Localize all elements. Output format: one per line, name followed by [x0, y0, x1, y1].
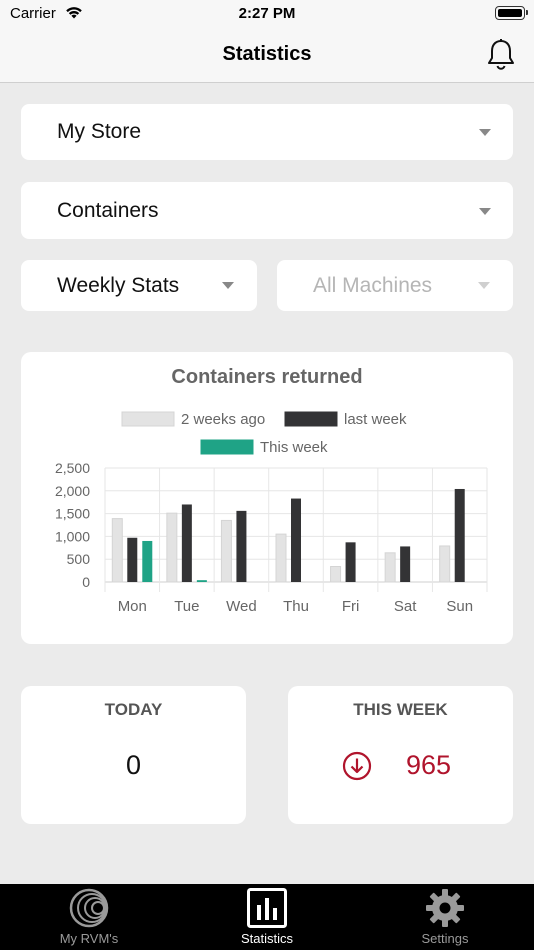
x-tick-label: Fri — [342, 598, 360, 615]
tab-bar: My RVM's Statistics Settings — [0, 884, 534, 950]
y-axis-labels: 2,500 2,000 1,500 1,000 500 0 — [55, 460, 90, 590]
category-dropdown[interactable]: Containers — [21, 182, 513, 239]
y-tick-label: 2,000 — [55, 483, 90, 499]
chart-legend: 2 weeks ago last week This week — [121, 411, 407, 456]
period-dropdown-value: Weekly Stats — [57, 274, 180, 297]
y-tick-label: 500 — [67, 551, 91, 567]
period-dropdown[interactable]: Weekly Stats — [21, 260, 257, 311]
clock: 2:27 PM — [238, 5, 296, 22]
tab-statistics[interactable]: Statistics — [178, 884, 356, 950]
today-heading: TODAY — [104, 700, 163, 719]
tab-settings-label: Settings — [421, 931, 469, 946]
bar — [384, 552, 396, 583]
chart-title: Containers returned — [171, 366, 362, 388]
legend-label: This week — [260, 439, 328, 456]
bar — [220, 519, 232, 583]
y-tick-label: 0 — [82, 574, 90, 590]
tab-my-rvms-label: My RVM's — [59, 931, 119, 946]
x-tick-label: Sat — [394, 598, 417, 615]
y-tick-label: 1,000 — [55, 528, 90, 544]
bar — [454, 488, 465, 582]
bar — [400, 546, 411, 582]
legend-swatch — [121, 411, 175, 427]
tab-statistics-label: Statistics — [240, 931, 293, 946]
bell-icon[interactable] — [485, 38, 517, 72]
bar — [127, 537, 138, 582]
legend-swatch — [200, 439, 254, 455]
legend-swatch — [284, 411, 338, 427]
y-tick-label: 2,500 — [55, 460, 90, 476]
x-axis-labels: Mon Tue Wed Thu Fri Sat Sun — [118, 598, 473, 615]
tab-my-rvms[interactable]: My RVM's — [0, 884, 178, 950]
x-tick-label: Wed — [226, 598, 257, 615]
chevron-down-icon — [479, 208, 491, 215]
store-dropdown-value: My Store — [57, 120, 142, 143]
bar — [142, 540, 153, 582]
today-value: 0 — [125, 750, 142, 780]
y-tick-label: 1,500 — [55, 506, 90, 522]
bar — [196, 580, 207, 582]
bar — [181, 504, 192, 582]
machines-dropdown[interactable]: All Machines — [277, 260, 513, 311]
week-card: THIS WEEK 965 — [288, 686, 513, 824]
x-tick-label: Mon — [118, 598, 147, 615]
bar — [166, 512, 178, 583]
status-bar: Carrier 2:27 PM — [0, 0, 534, 30]
chevron-down-icon — [478, 282, 490, 289]
bar-chart-icon — [247, 888, 287, 928]
store-dropdown[interactable]: My Store — [21, 104, 513, 160]
bar — [236, 510, 247, 582]
week-value: 965 — [406, 750, 452, 780]
x-tick-label: Thu — [283, 598, 309, 615]
legend-label: 2 weeks ago — [181, 411, 265, 428]
bar — [439, 545, 451, 583]
legend-label: last week — [344, 411, 407, 428]
nav-bar: Statistics — [0, 30, 534, 83]
category-dropdown-value: Containers — [57, 199, 159, 222]
bar — [291, 498, 301, 582]
chart-bars — [111, 488, 465, 583]
week-heading: THIS WEEK — [353, 700, 448, 719]
bar — [330, 565, 342, 583]
bar — [111, 518, 123, 583]
battery-icon — [495, 6, 528, 20]
containers-chart: Containers returned 2 weeks ago last week… — [55, 366, 488, 615]
gear-icon — [426, 889, 464, 927]
machines-dropdown-value: All Machines — [313, 274, 433, 297]
x-tick-label: Tue — [174, 598, 199, 615]
x-tick-label: Sun — [446, 598, 473, 615]
chart-card: Containers returned 2 weeks ago last week… — [21, 352, 513, 644]
chevron-down-icon — [479, 129, 491, 136]
bar — [275, 533, 287, 583]
tab-settings[interactable]: Settings — [356, 884, 534, 950]
bar — [345, 542, 356, 582]
rvm-rings-icon — [69, 888, 109, 928]
arrow-down-circle-icon — [342, 751, 372, 781]
page-title: Statistics — [222, 43, 312, 65]
chevron-down-icon — [222, 282, 234, 289]
today-card: TODAY 0 — [21, 686, 246, 824]
